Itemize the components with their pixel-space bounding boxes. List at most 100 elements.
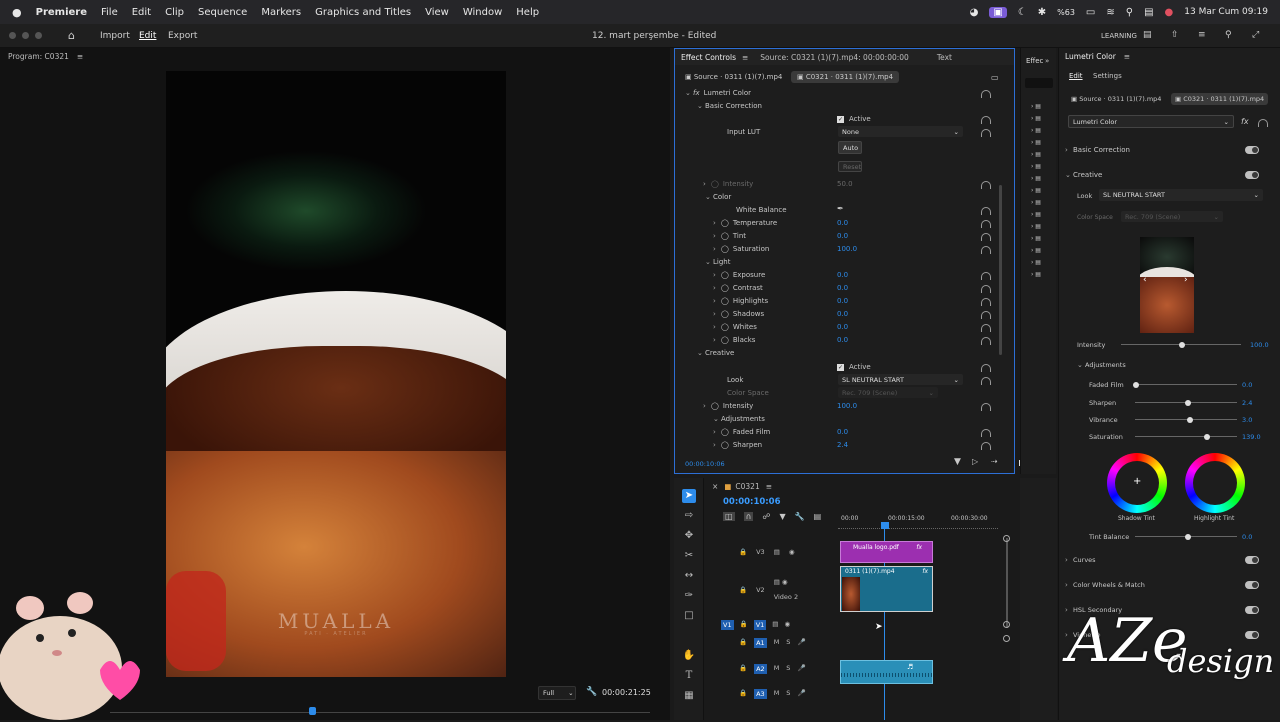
curves-toggle[interactable]: [1245, 556, 1259, 564]
wrench-icon[interactable]: 🔧: [795, 512, 805, 521]
lock-icon[interactable]: 🔒: [739, 638, 747, 648]
folder-item[interactable]: › ▤: [1031, 187, 1041, 199]
highlights-value[interactable]: 0.0: [837, 297, 848, 305]
add-marker-icon[interactable]: ▼: [780, 512, 786, 521]
reset-icon[interactable]: [981, 129, 991, 137]
battery-icon[interactable]: ▭: [1086, 7, 1095, 18]
track-label-v2[interactable]: V2: [756, 586, 765, 601]
tab-text[interactable]: Text: [937, 53, 952, 62]
razor-tool-icon[interactable]: ✂: [682, 549, 696, 563]
menubar-datetime[interactable]: 13 Mar Cum 09:19: [1184, 7, 1268, 17]
folder-item[interactable]: › ▤: [1031, 271, 1041, 283]
menu-app-name[interactable]: Premiere: [36, 7, 87, 18]
menu-sequence[interactable]: Sequence: [198, 7, 247, 18]
menu-icon[interactable]: ≡: [1198, 30, 1206, 40]
vignette-section[interactable]: › Vignette: [1065, 629, 1100, 641]
toggle-timeline-icon[interactable]: ▭: [991, 73, 999, 82]
ripple-edit-tool-icon[interactable]: ✥: [682, 529, 696, 543]
contrast-value[interactable]: 0.0: [837, 284, 848, 292]
fit-dropdown[interactable]: Full ⌄: [538, 686, 576, 700]
folder-item[interactable]: › ▤: [1031, 259, 1041, 271]
source-clip-tab[interactable]: ▣ Source · 0311 (1)(7).mp4: [685, 73, 782, 81]
clip-a2-audio[interactable]: ♬: [840, 660, 933, 684]
shadow-tint-wheel[interactable]: +: [1107, 453, 1167, 513]
prev-look-icon[interactable]: ‹: [1143, 275, 1147, 285]
hand-tool-icon[interactable]: ✋: [682, 649, 696, 663]
lock-icon[interactable]: 🔒: [739, 586, 747, 601]
adjustments-section[interactable]: ⌄ Adjustments: [1077, 359, 1126, 371]
contrast-row[interactable]: › ◯ Contrast: [713, 282, 763, 294]
nest-icon[interactable]: ◫: [723, 512, 735, 521]
basic-active-checkbox[interactable]: ✓ Active: [837, 113, 871, 125]
mute-button[interactable]: M: [774, 638, 780, 648]
faded-film-value[interactable]: 0.0: [837, 428, 848, 436]
reset-icon[interactable]: [981, 364, 991, 372]
crosshair-icon[interactable]: +: [1133, 476, 1141, 487]
creative-intensity-value[interactable]: 100.0: [837, 402, 857, 410]
menu-help[interactable]: Help: [516, 7, 539, 18]
faded-film-row[interactable]: › ◯ Faded Film: [713, 426, 770, 438]
adjustments-row[interactable]: ⌄ Adjustments: [713, 413, 765, 425]
mic-icon[interactable]: 🎤: [797, 689, 805, 699]
time-ruler[interactable]: [838, 524, 998, 529]
reset-icon[interactable]: [981, 337, 991, 345]
reset-icon[interactable]: [981, 285, 991, 293]
creative-intensity-row[interactable]: › ◯ Intensity: [703, 400, 753, 412]
sync-lock-icon[interactable]: ▤: [774, 548, 780, 556]
hsl-section[interactable]: › HSL Secondary: [1065, 604, 1122, 616]
battery-percent[interactable]: %63: [1057, 8, 1075, 17]
spotlight-search-icon[interactable]: ⚲: [1126, 7, 1133, 18]
panel-menu-icon[interactable]: ≡: [742, 53, 748, 62]
folder-item[interactable]: › ▤: [1031, 115, 1041, 127]
timeline-timecode[interactable]: 00:00:10:06: [723, 497, 781, 507]
basic-correction-section[interactable]: › Basic Correction: [1065, 144, 1130, 156]
clip-v2-video[interactable]: 0311 (1)(7).mp4 fx: [840, 566, 933, 612]
timeline-playhead-head[interactable]: [881, 522, 889, 529]
lock-icon[interactable]: 🔒: [739, 548, 747, 556]
highlight-tint-wheel[interactable]: [1185, 453, 1245, 513]
folder-item[interactable]: › ▤: [1031, 175, 1041, 187]
dark-mode-icon[interactable]: ☾: [1018, 7, 1027, 18]
next-look-icon[interactable]: ›: [1184, 275, 1188, 285]
user-avatar-icon[interactable]: ●: [1165, 7, 1174, 18]
workspaces-icon[interactable]: ▤: [1143, 30, 1152, 40]
reset-icon[interactable]: [981, 298, 991, 306]
vignette-toggle[interactable]: [1245, 631, 1259, 639]
reset-icon[interactable]: [981, 272, 991, 280]
workspace-label[interactable]: LEARNING: [1101, 32, 1137, 40]
slider-knob[interactable]: [1179, 341, 1185, 348]
folder-item[interactable]: › ▤: [1031, 139, 1041, 151]
control-center-icon[interactable]: ▤: [1144, 7, 1153, 18]
creative-section-row[interactable]: ⌄ Creative: [697, 347, 734, 359]
solo-button[interactable]: S: [786, 664, 790, 674]
scroll-handle-audio[interactable]: [1003, 635, 1010, 642]
expand-panel-icon[interactable]: »: [1045, 57, 1049, 65]
exposure-row[interactable]: › ◯ Exposure: [713, 269, 765, 281]
linked-select-icon[interactable]: ☍: [762, 512, 770, 521]
wheels-section[interactable]: › Color Wheels & Match: [1065, 579, 1145, 591]
window-close-button[interactable]: [9, 32, 16, 39]
eye-icon[interactable]: ◉: [782, 578, 788, 586]
track-label-v1[interactable]: V1: [753, 620, 767, 630]
reset-icon[interactable]: [981, 403, 991, 411]
sync-lock-icon[interactable]: ▤: [774, 578, 780, 586]
mute-button[interactable]: M: [774, 689, 780, 699]
reset-icon[interactable]: [1258, 119, 1268, 127]
mic-icon[interactable]: 🎤: [797, 638, 805, 648]
lumetri-effect-row[interactable]: ⌄ fx Lumetri Color: [685, 87, 751, 99]
clip-v3-graphic[interactable]: Mualla logo.pdf fx: [840, 541, 933, 563]
input-lut-dropdown[interactable]: None ⌄: [838, 126, 963, 137]
sharpen-slider[interactable]: [1135, 399, 1237, 406]
shadows-value[interactable]: 0.0: [837, 310, 848, 318]
menu-clip[interactable]: Clip: [165, 7, 184, 18]
bluetooth-icon[interactable]: ✱: [1038, 7, 1046, 18]
effects-tab[interactable]: Effec: [1026, 57, 1043, 65]
reset-icon[interactable]: [981, 220, 991, 228]
screen-record-icon[interactable]: ▣: [989, 6, 1007, 18]
timeline-vscroll[interactable]: [1006, 538, 1008, 628]
panel-menu-icon[interactable]: ≡: [1124, 52, 1130, 61]
saturation-value[interactable]: 139.0: [1242, 433, 1261, 441]
reset-icon[interactable]: [981, 324, 991, 332]
fx-icon[interactable]: fx: [1241, 117, 1249, 126]
menu-window[interactable]: Window: [463, 7, 502, 18]
